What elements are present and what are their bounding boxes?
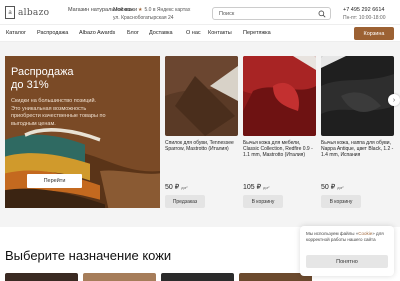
nav-item-about[interactable]: О нас — [186, 30, 201, 36]
banner-title-line1: Распродажа — [11, 66, 74, 78]
logo-text: albazo — [18, 7, 50, 18]
cookie-accept-button[interactable]: Понятно — [306, 255, 388, 268]
main-section: Распродажа до 31% Скидки на большинство … — [0, 42, 400, 227]
phone-number[interactable]: +7 495 292 6614 — [343, 7, 384, 13]
product-image[interactable] — [321, 56, 394, 136]
nav-item-delivery[interactable]: Доставка — [149, 30, 173, 36]
purpose-thumb[interactable] — [83, 273, 156, 281]
product-card[interactable]: Бычья кожа, наппа для обуви, Nappa Antiq… — [321, 56, 394, 208]
banner-title: Распродажа до 31% — [11, 66, 74, 92]
star-icon: ★ — [138, 7, 143, 13]
banner-text: Скидки на большинство позиций. Это уника… — [11, 98, 106, 127]
main-nav: Каталог Распродажа Albazo Awards Блог До… — [0, 24, 400, 42]
nav-item-upholstery[interactable]: Перетяжка — [243, 30, 271, 36]
address: ул. Краснобогатырская 24 — [113, 15, 174, 21]
add-to-cart-button[interactable]: В корзину — [243, 195, 283, 208]
next-arrow-button[interactable]: › — [388, 94, 400, 106]
product-price: 50 ₽ дм² — [321, 183, 344, 191]
nav-item-sale[interactable]: Распродажа — [37, 30, 68, 36]
rating-text: 5.0 в Яндекс картах — [144, 7, 191, 13]
product-card[interactable]: Бычья кожа для мебели, Classic Collectio… — [243, 56, 316, 208]
banner-title-line2: до 31% — [11, 79, 49, 91]
nav-item-blog[interactable]: Блог — [127, 30, 139, 36]
add-to-cart-button[interactable]: В корзину — [321, 195, 361, 208]
section-title: Выберите назначение кожи — [5, 248, 172, 263]
cookie-text-before: Мы используем файлы « — [306, 231, 359, 236]
product-card[interactable]: Спилок для обуви, Tennessee Sparrow, Mas… — [165, 56, 238, 208]
cookie-text: Мы используем файлы «Cookie» для коррект… — [306, 231, 390, 243]
product-image[interactable] — [165, 56, 238, 136]
sale-banner[interactable]: Распродажа до 31% Скидки на большинство … — [5, 56, 160, 208]
cart-button[interactable]: Корзина — [354, 27, 394, 40]
product-name[interactable]: Спилок для обуви, Tennessee Sparrow, Mas… — [165, 140, 238, 152]
nav-item-catalog[interactable]: Каталог — [6, 30, 26, 36]
product-photo-black-leather — [321, 56, 394, 136]
search-input[interactable] — [219, 10, 314, 18]
cookie-link[interactable]: Cookie — [358, 231, 372, 236]
product-price: 50 ₽ дм² — [165, 183, 188, 191]
cookie-banner: Мы используем файлы «Cookie» для коррект… — [300, 226, 394, 276]
nav-item-contacts[interactable]: Контакты — [208, 30, 232, 36]
product-name[interactable]: Бычья кожа, наппа для обуви, Nappa Antiq… — [321, 140, 394, 159]
price-unit: дм² — [181, 185, 188, 190]
product-image[interactable] — [243, 56, 316, 136]
price-value: 50 ₽ — [165, 184, 180, 191]
price-unit: дм² — [337, 185, 344, 190]
purpose-thumb[interactable] — [5, 273, 78, 281]
logo[interactable]: a albazo — [5, 6, 49, 19]
product-price: 105 ₽ дм² — [243, 183, 269, 191]
purpose-thumb[interactable] — [161, 273, 234, 281]
search-icon[interactable] — [318, 10, 326, 18]
product-photo-red-leather — [243, 56, 316, 136]
search-box — [212, 7, 331, 20]
city-selector[interactable]: Москва — [113, 7, 132, 13]
rating-badge[interactable]: ★ 5.0 в Яндекс картах — [138, 7, 190, 13]
price-unit: дм² — [263, 185, 270, 190]
product-photo-suede — [165, 56, 238, 136]
preorder-button[interactable]: Предзаказ — [165, 195, 205, 208]
price-value: 105 ₽ — [243, 184, 262, 191]
banner-go-button[interactable]: Перейти — [27, 174, 82, 188]
product-name[interactable]: Бычья кожа для мебели, Classic Collectio… — [243, 140, 316, 159]
price-value: 50 ₽ — [321, 184, 336, 191]
working-hours: Пн-пт: 10:00-18:00 — [343, 15, 386, 21]
logo-mark: a — [5, 6, 15, 19]
header: a albazo Магазин натуральной кожи Москва… — [0, 0, 400, 24]
chevron-right-icon: › — [392, 96, 396, 104]
nav-item-awards[interactable]: Albazo Awards — [79, 30, 115, 36]
